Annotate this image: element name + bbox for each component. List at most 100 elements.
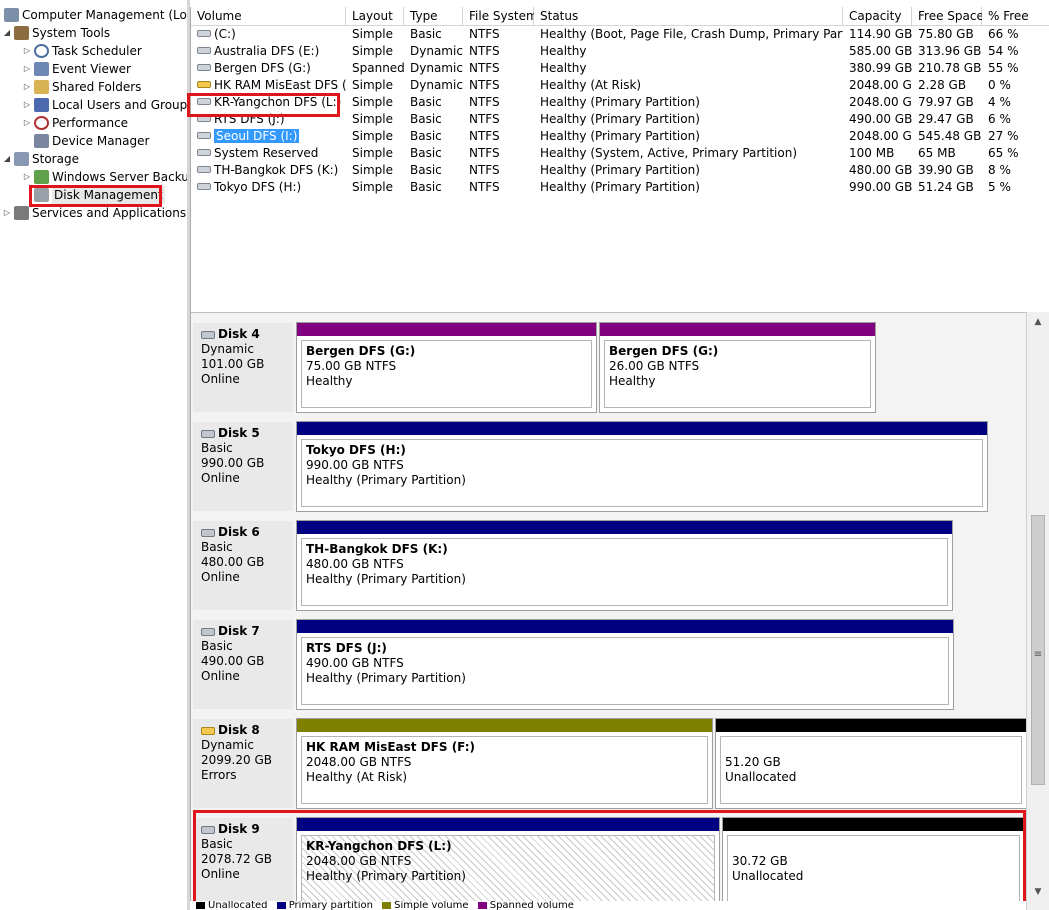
unallocated-block[interactable]: 51.20 GB Unallocated [715,718,1026,809]
expand-arrow-icon[interactable]: ▷ [2,204,12,222]
expand-arrow-icon[interactable]: ▷ [22,168,32,186]
column-header-capacity[interactable]: Capacity [843,7,912,26]
collapse-arrow-icon[interactable]: ◢ [2,24,12,42]
disk-name: Disk 6 [201,525,293,540]
volume-name: Tokyo DFS (H:) [214,180,302,194]
tree-item-label: Performance [52,116,129,130]
partition-block[interactable]: Bergen DFS (G:) 75.00 GB NTFS Healthy [296,322,597,413]
tree-root-label: Computer Management (Local [22,8,187,22]
expand-arrow-icon[interactable]: ▷ [22,60,32,78]
users-icon [34,98,49,112]
tree-root[interactable]: Computer Management (Local [2,6,187,24]
disk-name-label: Disk 7 [218,624,260,638]
disk-type: Basic [201,540,233,554]
disk-row[interactable]: Disk 6 Basic 480.00 GB Online TH-Bangkok DFS… [191,519,1026,612]
disk-icon [201,627,215,636]
partition-status: Healthy (Primary Partition) [306,671,466,685]
disk-row[interactable]: Disk 9 Basic 2078.72 GB Online KR-Yangchon D… [191,816,1026,910]
disk-row[interactable]: Disk 5 Basic 990.00 GB Online Tokyo DFS (H:)… [191,420,1026,513]
disk-row[interactable]: Disk 4 Dynamic 101.00 GB Online Bergen DFS (… [191,321,1026,414]
volume-status-cell: Healthy (Primary Partition) [540,129,700,143]
legend-item-primary: Primary partition [276,901,373,910]
partition-color-band [297,818,719,831]
scroll-down-icon[interactable]: ▼ [1030,884,1046,900]
volume-pct-cell: 54 % [988,44,1019,58]
partition-details: 30.72 GB Unallocated [727,835,1020,905]
unallocated-block[interactable]: 30.72 GB Unallocated [722,817,1025,910]
volume-row[interactable]: HK RAM MisEast DFS (F:) Simple Dynamic NTFS… [191,77,1049,94]
volume-row[interactable]: RTS DFS (J:) Simple Basic NTFS Healthy (Prim… [191,111,1049,128]
tree-item-performance[interactable]: ▷ Performance [22,114,128,132]
tree-item-event-viewer[interactable]: ▷ Event Viewer [22,60,131,78]
tree-item-storage[interactable]: ◢ Storage [2,150,79,168]
volume-capacity-cell: 2048.00 GB [849,95,912,109]
tree-item-local-users[interactable]: ▷ Local Users and Groups [22,96,187,114]
volume-fs-cell: NTFS [469,146,500,160]
scroll-up-icon[interactable]: ▲ [1030,314,1046,330]
column-header-free-space[interactable]: Free Space [912,7,984,26]
volume-name-cell: KR-Yangchon DFS (L:) [191,94,346,111]
disk-info[interactable]: Disk 9 Basic 2078.72 GB Online [193,818,293,910]
column-header-percent-free[interactable]: % Free [982,7,1049,26]
disk-info[interactable]: Disk 4 Dynamic 101.00 GB Online [193,323,293,412]
legend-label: Primary partition [288,901,373,910]
drive-icon [197,183,211,190]
tree-item-windows-server-backup[interactable]: ▷ Windows Server Backup [22,168,187,186]
tree-item-device-manager[interactable]: Device Manager [32,132,149,150]
tree-item-shared-folders[interactable]: ▷ Shared Folders [22,78,141,96]
volume-row[interactable]: TH-Bangkok DFS (K:) Simple Basic NTFS Health… [191,162,1049,179]
volume-type-cell: Dynamic [410,61,463,75]
volume-row[interactable]: Seoul DFS (I:) Simple Basic NTFS Healthy (Pr… [191,128,1049,145]
volume-type-cell: Basic [410,95,442,109]
volume-free-cell: 545.48 GB [918,129,982,143]
volume-row[interactable]: (C:) Simple Basic NTFS Healthy (Boot, Page F… [191,26,1049,43]
volume-row[interactable]: KR-Yangchon DFS (L:) Simple Basic NTFS Healt… [191,94,1049,111]
column-header-volume[interactable]: Volume [191,7,346,26]
volume-type-cell: Basic [410,180,442,194]
partition-block[interactable]: KR-Yangchon DFS (L:) 2048.00 GB NTFS Healt… [296,817,720,910]
column-header-file-system[interactable]: File System [463,7,538,26]
column-header-type[interactable]: Type [404,7,463,26]
disk-warning-icon [201,726,215,735]
disk-row[interactable]: Disk 8 Dynamic 2099.20 GB Errors HK RAM MisE… [191,717,1026,810]
volume-free-cell: 75.80 GB [918,27,974,41]
partition-status: Healthy (Primary Partition) [306,869,466,883]
vertical-scrollbar[interactable]: ▲ ≡ ▼ [1026,312,1049,910]
partition-block[interactable]: HK RAM MisEast DFS (F:) 2048.00 GB NTFS He… [296,718,713,809]
disk-info[interactable]: Disk 7 Basic 490.00 GB Online [193,620,293,709]
disk-info[interactable]: Disk 5 Basic 990.00 GB Online [193,422,293,511]
column-header-layout[interactable]: Layout [346,7,404,26]
tree-item-services-apps[interactable]: ▷ Services and Applications [2,204,186,222]
partition-block[interactable]: TH-Bangkok DFS (K:) 480.00 GB NTFS Healthy… [296,520,953,611]
column-header-status[interactable]: Status [534,7,843,26]
collapse-arrow-icon[interactable]: ◢ [2,150,12,168]
disk-info[interactable]: Disk 6 Basic 480.00 GB Online [193,521,293,610]
disk-row[interactable]: Disk 7 Basic 490.00 GB Online RTS DFS (J:) 49… [191,618,1026,711]
partition-status: Healthy [306,374,353,388]
partition-block[interactable]: RTS DFS (J:) 490.00 GB NTFS Healthy (Prima… [296,619,954,710]
volume-row[interactable]: Australia DFS (E:) Simple Dynamic NTFS Healt… [191,43,1049,60]
disk-name: Disk 9 [201,822,293,837]
partition-block[interactable]: Bergen DFS (G:) 26.00 GB NTFS Healthy [599,322,876,413]
disk-name-label: Disk 8 [218,723,260,737]
volume-row[interactable]: Tokyo DFS (H:) Simple Basic NTFS Healthy (Pr… [191,179,1049,196]
volume-capacity-cell: 2048.00 GB [849,78,912,92]
tree-item-disk-management[interactable]: Disk Management [32,186,165,204]
disk-info[interactable]: Disk 8 Dynamic 2099.20 GB Errors [193,719,293,808]
tree-item-label: Shared Folders [52,80,142,94]
partition-block[interactable]: Tokyo DFS (H:) 990.00 GB NTFS Healthy (Pri… [296,421,988,512]
volume-row[interactable]: System Reserved Simple Basic NTFS Healthy (S… [191,145,1049,162]
expand-arrow-icon[interactable]: ▷ [22,96,32,114]
tree-item-task-scheduler[interactable]: ▷ Task Scheduler [22,42,142,60]
volume-pct-cell: 55 % [988,61,1019,75]
drive-icon [197,64,211,71]
expand-arrow-icon[interactable]: ▷ [22,114,32,132]
partition-details: Bergen DFS (G:) 75.00 GB NTFS Healthy [301,340,592,408]
expand-arrow-icon[interactable]: ▷ [22,78,32,96]
legend-label: Spanned volume [489,901,574,910]
volume-row[interactable]: Bergen DFS (G:) Spanned Dynamic NTFS Healthy… [191,60,1049,77]
volume-pct-cell: 65 % [988,146,1019,160]
expand-arrow-icon[interactable]: ▷ [22,42,32,60]
tree-item-system-tools[interactable]: ◢ System Tools [2,24,110,42]
partition-size: 2048.00 GB NTFS [306,755,412,769]
